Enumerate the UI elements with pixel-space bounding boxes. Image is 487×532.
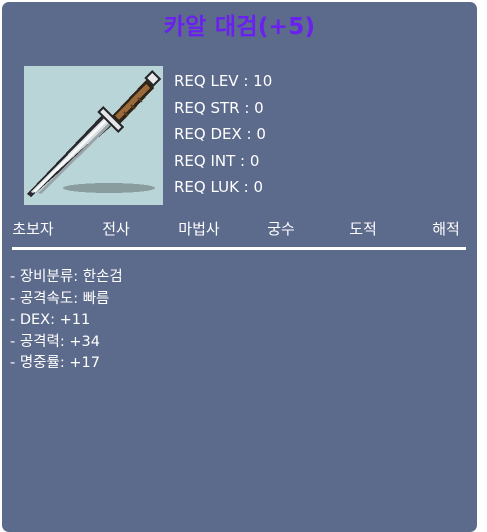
requirements-list: REQ LEV : 10 REQ STR : 0 REQ DEX : 0 REQ… (174, 68, 272, 201)
stat-accuracy: - 명중률: +17 (10, 355, 100, 371)
item-name: 카알 대검(+5) (163, 14, 316, 40)
divider (12, 247, 466, 250)
job-list: 초보자 전사 마법사 궁수 도적 해적 (2, 218, 477, 244)
job-pirate: 해적 (432, 220, 460, 238)
job-warrior: 전사 (102, 220, 130, 238)
sword-icon (27, 70, 161, 197)
item-stats: - 장비분류: 한손검 - 공격속도: 빠름 - DEX: +11 - 공격력:… (10, 267, 123, 375)
stat-attack-speed: - 공격속도: 빠름 (10, 290, 110, 307)
job-magician: 마법사 (178, 220, 220, 238)
stat-category: - 장비분류: 한손검 (10, 269, 123, 285)
stat-attack: - 공격력: +34 (10, 333, 100, 350)
job-bowman: 궁수 (267, 220, 295, 238)
req-dex: REQ DEX : 0 (174, 125, 266, 143)
req-luk: REQ LUK : 0 (174, 178, 264, 196)
job-beginner: 초보자 (12, 220, 54, 238)
item-icon-frame (24, 66, 163, 205)
stat-dex: - DEX: +11 (10, 312, 91, 328)
req-level: REQ LEV : 10 (174, 72, 273, 90)
req-str: REQ STR : 0 (174, 98, 264, 117)
item-tooltip: 카알 대검(+5) REQ LEV : 10 REQ STR: 0 REQ D… (2, 2, 477, 532)
job-thief: 도적 (349, 220, 377, 238)
req-int: REQ INT : 0 (174, 151, 260, 170)
